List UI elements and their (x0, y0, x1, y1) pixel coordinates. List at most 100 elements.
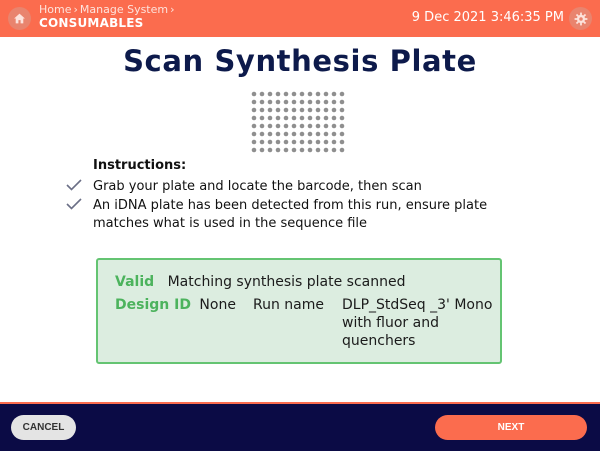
plate-well (323, 131, 329, 137)
plate-well (259, 115, 265, 121)
plate-well (291, 131, 297, 137)
plate-well (283, 147, 289, 153)
design-id-row: Design ID None (115, 296, 236, 314)
plate-well (315, 107, 321, 113)
plate-well (251, 91, 257, 97)
valid-row: Valid Matching synthesis plate scanned (115, 273, 406, 291)
plate-well (323, 139, 329, 145)
plate-well (291, 107, 297, 113)
plate-well (275, 107, 281, 113)
datetime-display: 9 Dec 2021 3:46:35 PM (411, 10, 564, 25)
plate-well (331, 123, 337, 129)
plate-well (315, 91, 321, 97)
plate-well (323, 115, 329, 121)
plate-well (339, 123, 345, 129)
plate-well (315, 123, 321, 129)
plate-well (291, 139, 297, 145)
plate-well (267, 107, 273, 113)
plate-well (267, 123, 273, 129)
plate-well (291, 99, 297, 105)
plate-well (275, 123, 281, 129)
valid-message: Matching synthesis plate scanned (167, 274, 406, 290)
plate-well (259, 91, 265, 97)
plate-well (323, 147, 329, 153)
plate-well (339, 147, 345, 153)
plate-well (275, 131, 281, 137)
plate-well (267, 139, 273, 145)
run-name-value: DLP_StdSeq _3' Mono with fluor and quenc… (342, 297, 493, 349)
instruction-text: Grab your plate and locate the barcode, … (93, 179, 422, 194)
plate-well (307, 139, 313, 145)
gear-icon (574, 12, 587, 25)
checkmark-icon (66, 197, 93, 216)
plate-well (283, 99, 289, 105)
plate-well (339, 131, 345, 137)
plate-well (259, 107, 265, 113)
design-id-value: None (199, 297, 236, 313)
plate-well (331, 139, 337, 145)
plate-well (299, 99, 305, 105)
plate-well (267, 147, 273, 153)
plate-well (339, 107, 345, 113)
plate-well (323, 91, 329, 97)
plate-well (307, 107, 313, 113)
page-title: Scan Synthesis Plate (123, 44, 477, 78)
scan-result-panel: Valid Matching synthesis plate scanned D… (96, 258, 502, 364)
plate-well (275, 147, 281, 153)
plate-well (267, 131, 273, 137)
plate-well (339, 91, 345, 97)
plate-well (307, 91, 313, 97)
settings-button[interactable] (569, 7, 592, 30)
plate-well (291, 123, 297, 129)
plate-well (331, 91, 337, 97)
plate-well (259, 147, 265, 153)
plate-well (307, 115, 313, 121)
plate-well (251, 131, 257, 137)
plate-well (259, 139, 265, 145)
divider (0, 402, 600, 404)
breadcrumb-manage-system[interactable]: Manage System (80, 3, 168, 16)
plate-well (259, 131, 265, 137)
plate-well (299, 115, 305, 121)
plate-well (299, 131, 305, 137)
valid-label: Valid (115, 274, 155, 290)
plate-well (299, 139, 305, 145)
chevron-right-icon: › (73, 3, 78, 16)
home-icon (14, 13, 25, 24)
home-button[interactable] (8, 7, 31, 30)
plate-well (251, 139, 257, 145)
plate-well (267, 115, 273, 121)
design-id-label: Design ID (115, 297, 191, 313)
plate-well (251, 99, 257, 105)
plate-well (315, 139, 321, 145)
plate-well (339, 139, 345, 145)
plate-well (307, 131, 313, 137)
plate-well (283, 91, 289, 97)
plate-well (331, 131, 337, 137)
plate-well (259, 99, 265, 105)
cancel-button[interactable]: CANCEL (11, 415, 76, 440)
plate-well (315, 115, 321, 121)
plate-well (331, 115, 337, 121)
plate-well (331, 99, 337, 105)
run-name-label: Run name (253, 297, 324, 313)
instructions-section: Instructions: Grab your plate and locate… (66, 158, 506, 233)
breadcrumb-home[interactable]: Home (39, 3, 71, 16)
checkmark-icon (66, 178, 93, 197)
plate-well (307, 147, 313, 153)
plate-well (299, 147, 305, 153)
instructions-heading: Instructions: (93, 158, 187, 173)
plate-well (267, 99, 273, 105)
plate-well (291, 147, 297, 153)
plate-well (275, 139, 281, 145)
plate-well (331, 147, 337, 153)
plate-well (307, 99, 313, 105)
plate-well (275, 115, 281, 121)
plate-well (251, 115, 257, 121)
next-button[interactable]: NEXT (435, 415, 587, 440)
plate-well (275, 91, 281, 97)
well-plate-icon (251, 91, 345, 153)
plate-well (291, 91, 297, 97)
plate-well (251, 147, 257, 153)
instruction-text: An iDNA plate has been detected from thi… (93, 198, 488, 231)
